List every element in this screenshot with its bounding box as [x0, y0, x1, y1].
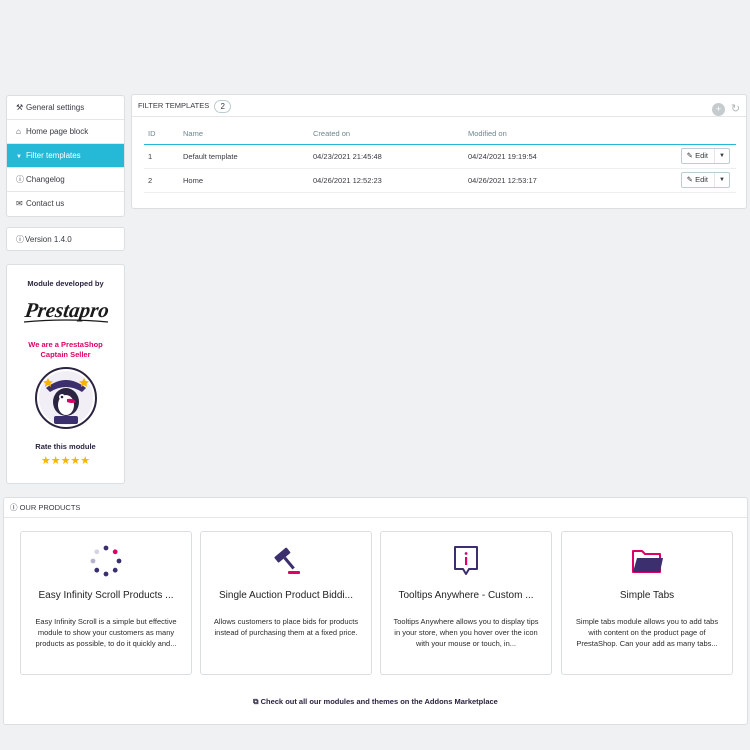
count-badge: 2 — [214, 99, 232, 113]
column-header-id: ID — [144, 123, 179, 145]
edit-button[interactable]: ✎ Edit ▼ — [680, 172, 730, 188]
pencil-icon: ✎ — [686, 151, 693, 160]
product-title[interactable]: Tooltips Anywhere - Custom ... — [381, 590, 551, 601]
product-card[interactable]: Easy Infinity Scroll Products ... Easy I… — [20, 531, 192, 675]
product-card[interactable]: Simple Tabs Simple tabs module allows yo… — [561, 531, 733, 675]
sidebar-item-general-settings[interactable]: ⚒ General settings — [7, 96, 124, 120]
panel-header: ⓘ Our products — [4, 498, 747, 518]
spinner-icon — [90, 545, 122, 577]
cell-name: Home — [179, 168, 309, 193]
sidebar-item-label: General settings — [26, 103, 85, 112]
cell-modified: 04/26/2021 12:53:17 — [464, 168, 614, 193]
column-header-modified: Modified on — [464, 123, 614, 145]
caret-down-icon[interactable]: ▼ — [715, 149, 729, 163]
rate-module-label: Rate this module — [35, 442, 96, 451]
rating-stars[interactable]: ★★★★★ — [7, 454, 124, 467]
sidebar-item-label: Changelog — [26, 175, 65, 184]
sidebar-item-label: Contact us — [26, 199, 65, 208]
edit-button[interactable]: ✎ Edit ▼ — [680, 148, 730, 164]
product-title[interactable]: Easy Infinity Scroll Products ... — [21, 590, 191, 601]
product-title[interactable]: Single Auction Product Biddi... — [201, 590, 371, 601]
home-icon: ⌂ — [16, 127, 21, 136]
cell-modified: 04/24/2021 19:19:54 — [464, 144, 614, 169]
table-row: 1 Default template 04/23/2021 21:45:48 0… — [144, 144, 736, 169]
column-header-actions — [613, 123, 736, 145]
refresh-icon[interactable]: ↻ — [729, 103, 742, 116]
sidebar-menu: ⚒ General settings ⌂ Home page block ▼ Filt… — [6, 95, 125, 217]
info-icon: ⓘ — [10, 503, 18, 512]
tooltip-icon — [454, 546, 478, 575]
logo-text: Prestapro — [22, 298, 110, 322]
panel-title: Filter templates — [138, 101, 210, 110]
captain-seller-text: We are a PrestaShop Captain Seller — [28, 340, 103, 359]
sidebar-item-home-page-block[interactable]: ⌂ Home page block — [7, 120, 124, 144]
info-icon: ⓘ — [16, 235, 24, 244]
product-card[interactable]: Tooltips Anywhere - Custom ... Tooltips … — [380, 531, 552, 675]
folder-icon — [632, 550, 663, 573]
sidebar-item-filter-templates[interactable]: ▼ Filter templates — [7, 144, 124, 168]
sidebar-item-contact-us[interactable]: ✉ Contact us — [7, 192, 124, 216]
addons-marketplace-link[interactable]: ⧉ Check out all our modules and themes o… — [4, 697, 747, 707]
version-label: Version 1.4.0 — [25, 235, 72, 244]
filter-templates-panel: Filter templates 2 + ↻ ID Name Created on … — [131, 94, 747, 209]
sidebar-item-label: Home page block — [26, 127, 89, 136]
product-title[interactable]: Simple Tabs — [562, 590, 732, 601]
version-box: ⓘVersion 1.4.0 — [6, 227, 125, 251]
product-description: Easy Infinity Scroll is a simple but eff… — [35, 617, 177, 648]
product-description: Allows customers to place bids for produ… — [213, 617, 359, 637]
product-description: Simple tabs module allows you to add tab… — [575, 617, 719, 648]
caret-down-icon[interactable]: ▼ — [715, 173, 729, 187]
gavel-icon — [274, 547, 300, 574]
table-row: 2 Home 04/26/2021 12:52:23 04/26/2021 12… — [144, 168, 736, 193]
filter-icon: ▼ — [16, 154, 22, 160]
envelope-icon: ✉ — [16, 199, 23, 208]
templates-table: ID Name Created on Modified on 1 Default… — [144, 123, 736, 193]
prestapro-logo[interactable]: Prestapro — [18, 296, 114, 326]
panel-title: Our products — [19, 503, 81, 512]
product-card[interactable]: Single Auction Product Biddi... Allows c… — [200, 531, 372, 675]
pencil-icon: ✎ — [686, 175, 693, 184]
column-header-name: Name — [179, 123, 309, 145]
cell-id: 2 — [144, 168, 179, 193]
cell-created: 04/26/2021 12:52:23 — [309, 168, 464, 193]
product-description: Tooltips Anywhere allows you to display … — [393, 617, 539, 648]
column-header-created: Created on — [309, 123, 464, 145]
panel-header: Filter templates 2 + ↻ — [132, 95, 746, 117]
developer-promo: Module developed by Prestapro We are a P… — [6, 264, 125, 484]
sidebar-item-label: Filter templates — [26, 151, 81, 160]
info-icon: ⓘ — [16, 175, 24, 184]
developed-by-label: Module developed by — [27, 279, 104, 288]
wrench-icon: ⚒ — [16, 103, 24, 112]
add-icon[interactable]: + — [712, 103, 725, 116]
captain-seller-badge-icon — [34, 367, 97, 429]
cell-actions: ✎ Edit ▼ — [613, 144, 736, 169]
cell-id: 1 — [144, 144, 179, 169]
sidebar-item-changelog[interactable]: ⓘ Changelog — [7, 168, 124, 192]
cell-name: Default template — [179, 144, 309, 169]
cell-created: 04/23/2021 21:45:48 — [309, 144, 464, 169]
our-products-panel: ⓘ Our products Easy Infinity Scroll Prod… — [3, 497, 748, 725]
external-link-icon: ⧉ — [253, 697, 259, 706]
cell-actions: ✎ Edit ▼ — [613, 168, 736, 193]
